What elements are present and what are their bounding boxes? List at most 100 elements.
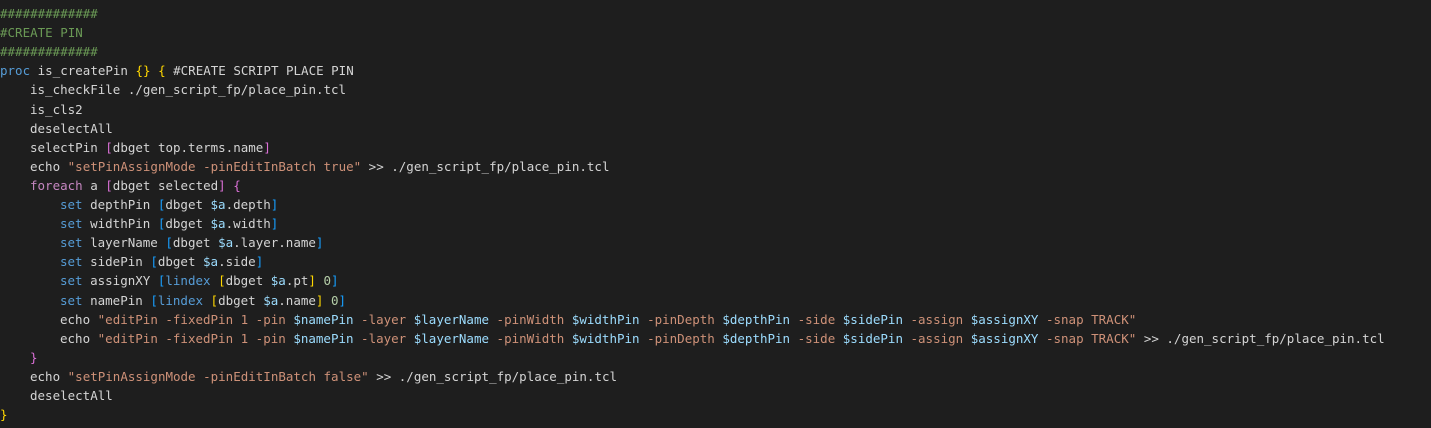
code-line[interactable]: is_checkFile ./gen_script_fp/place_pin.t… (30, 80, 346, 99)
code-line[interactable]: set sidePin [dbget $a.side] (60, 252, 263, 271)
code-token: $widthPin (571, 311, 640, 327)
code-line[interactable]: is_cls2 (30, 100, 83, 119)
code-token: lindex (165, 273, 219, 289)
code-token: .layer.name (233, 235, 316, 251)
code-token: lindex (157, 292, 211, 308)
code-token: $sidePin (842, 330, 903, 346)
code-token: .width (225, 216, 271, 232)
code-token: $namePin (293, 311, 354, 327)
code-token: selectPin (30, 139, 106, 155)
code-line[interactable]: } (30, 348, 38, 367)
code-token: $assignXY (970, 311, 1039, 327)
code-token: [ (150, 254, 158, 270)
code-token: $assignXY (970, 330, 1039, 346)
code-token: $namePin (293, 330, 354, 346)
code-line[interactable]: selectPin [dbget top.terms.name] (30, 138, 271, 157)
code-token: [ (210, 292, 219, 308)
code-line[interactable]: set depthPin [dbget $a.depth] (60, 195, 278, 214)
code-token: is_checkFile ./gen_script_fp/place_pin.t… (30, 82, 347, 98)
code-token: echo (60, 330, 98, 346)
code-token: dbget (225, 273, 271, 289)
code-token: [ (105, 177, 113, 193)
code-line[interactable]: echo "editPin -fixedPin 1 -pin $namePin … (60, 329, 1385, 348)
code-token: is_createPin (30, 63, 136, 79)
code-line[interactable]: set namePin [lindex [dbget $a.name] 0] (60, 291, 346, 310)
code-token: sidePin (82, 254, 151, 270)
code-line[interactable]: deselectAll (30, 386, 113, 405)
code-token: echo (30, 368, 68, 384)
code-token: { (158, 63, 166, 79)
code-token: dbget (165, 197, 211, 212)
code-token: -snap TRACK" (1038, 311, 1137, 327)
code-token: foreach (30, 177, 83, 193)
code-token: .pt (285, 273, 309, 289)
code-token: $sidePin (842, 311, 903, 327)
code-token: dbget (165, 216, 211, 232)
code-line[interactable]: ############# (0, 42, 98, 61)
code-line[interactable]: deselectAll (30, 119, 113, 138)
code-token: a (82, 177, 106, 193)
code-token: >> ./gen_script_fp/place_pin.tcl (1136, 330, 1385, 346)
code-editor[interactable]: ############# #CREATE PIN ############# pro… (0, 0, 1431, 428)
code-line[interactable]: proc is_createPin {} { #CREATE SCRIPT PL… (0, 61, 354, 80)
code-token: ] (338, 292, 347, 308)
code-token: $depthPin (722, 311, 791, 327)
code-token: -snap TRACK" (1038, 330, 1137, 346)
code-token: [ (218, 273, 226, 289)
code-token: "editPin -fixedPin 1 -pin (97, 311, 294, 327)
code-token: dbget top.terms.name (112, 139, 264, 155)
code-token: $a (218, 235, 234, 251)
code-token: set (60, 235, 83, 251)
code-token: ] (315, 235, 324, 251)
code-token: #CREATE SCRIPT PLACE PIN (165, 63, 354, 79)
code-line[interactable]: echo "editPin -fixedPin 1 -pin $namePin … (60, 310, 1136, 329)
code-token: is_cls2 (30, 101, 83, 117)
code-token: ############# (0, 44, 98, 60)
code-line[interactable]: set layerName [dbget $a.layer.name] (60, 233, 323, 252)
code-token: ] (270, 197, 279, 212)
code-token: >> ./gen_script_fp/place_pin.tcl (368, 368, 618, 384)
code-token: [ (105, 139, 113, 155)
code-line[interactable]: set assignXY [lindex [dbget $a.pt] 0] (60, 271, 339, 290)
code-token: -pinDepth (639, 311, 723, 327)
code-token: layerName (82, 235, 166, 251)
code-token: #CREATE PIN (0, 25, 83, 41)
code-token: .depth (225, 197, 271, 212)
code-token: widthPin (82, 216, 158, 232)
code-token: "setPinAssignMode -pinEditInBatch true" (67, 158, 362, 174)
code-token: $a (210, 197, 226, 212)
code-token: ] (308, 273, 316, 289)
code-token: $a (263, 292, 279, 308)
code-token: .side (218, 254, 256, 270)
code-token: deselectAll (30, 120, 113, 136)
code-line[interactable]: #CREATE PIN (0, 23, 83, 42)
code-token: ] (263, 139, 271, 155)
code-line[interactable]: ############# (0, 4, 98, 23)
code-token: set (60, 254, 83, 270)
code-token: { (233, 177, 241, 193)
code-token: [ (165, 235, 173, 251)
code-token: -pinWidth (489, 311, 572, 327)
code-token: dbget selected (112, 177, 219, 193)
code-token: set (60, 273, 83, 289)
code-token: set (60, 216, 83, 232)
code-token: "editPin -fixedPin 1 -pin (97, 330, 294, 346)
code-token: $widthPin (571, 330, 640, 346)
code-token: set (60, 197, 83, 212)
code-token: dbget (157, 254, 203, 270)
code-token: $layerName (413, 330, 490, 346)
code-token: dbget (218, 292, 264, 308)
code-token: >> ./gen_script_fp/place_pin.tcl (361, 158, 610, 174)
code-token: -layer (353, 311, 414, 327)
code-line[interactable]: } (0, 405, 8, 424)
code-token: depthPin (82, 197, 158, 212)
code-token: ] (255, 254, 264, 270)
code-token: proc (0, 63, 31, 79)
code-line[interactable]: foreach a [dbget selected] { (30, 176, 241, 195)
code-token: namePin (82, 292, 151, 308)
code-line[interactable]: set widthPin [dbget $a.width] (60, 214, 278, 233)
code-token: ] (270, 216, 279, 232)
code-line[interactable]: echo "setPinAssignMode -pinEditInBatch t… (30, 157, 610, 176)
code-line[interactable]: echo "setPinAssignMode -pinEditInBatch f… (30, 367, 617, 386)
